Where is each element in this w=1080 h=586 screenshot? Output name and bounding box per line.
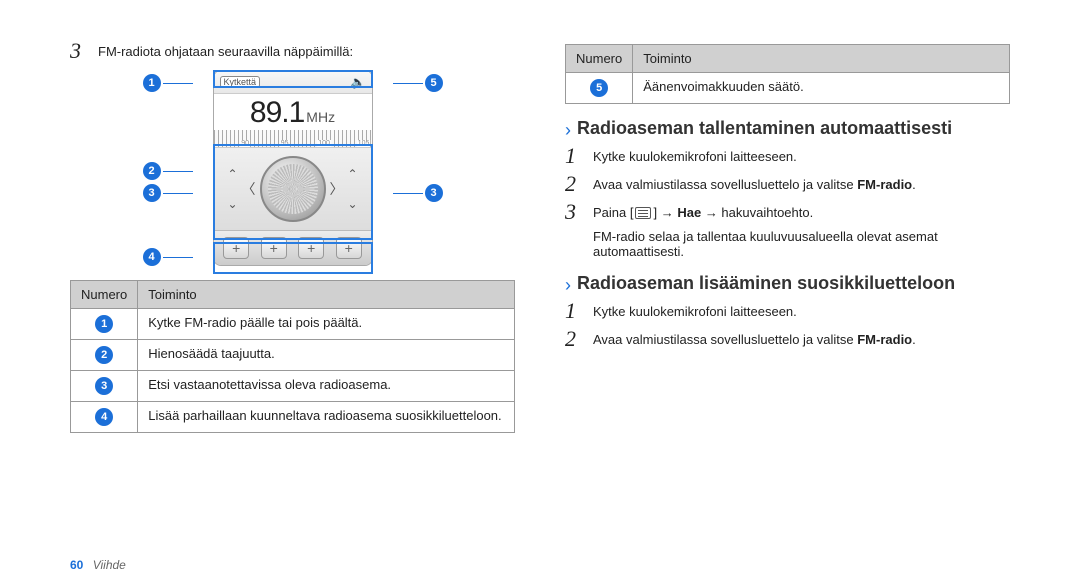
step-text: Kytke kuulokemikrofoni laitteeseen. <box>593 145 797 164</box>
power-toggle[interactable]: Kytkettä <box>220 76 261 88</box>
controls-table-right: Numero Toiminto 5 Äänenvoimakkuuden säät… <box>565 44 1010 104</box>
radio-device: Kytkettä 🔈 89.1MHz 90 95 100 105 ⌃ ⌄ 〈 〉 <box>213 70 373 266</box>
step-line: 3 Paina [] → Hae → hakuvaihtoehto. <box>565 201 1010 223</box>
chevron-icon: › <box>565 276 571 294</box>
table-row: 4 Lisää parhaillaan kuunneltava radioase… <box>71 402 515 433</box>
fine-tune-up-icon[interactable]: ⌃ <box>227 167 237 181</box>
frequency-ruler: 90 95 100 105 <box>214 130 372 148</box>
callout-1-icon: 1 <box>143 74 161 92</box>
row-function: Etsi vastaanotettavissa oleva radioasema… <box>138 371 515 402</box>
step-line: 2 Avaa valmiustilassa sovellusluettelo j… <box>565 328 1010 350</box>
row-badge-icon: 2 <box>95 346 113 364</box>
step-note: FM-radio selaa ja tallentaa kuuluvuusalu… <box>593 229 1010 259</box>
step-text: Paina [] → Hae → hakuvaihtoehto. <box>593 201 813 220</box>
step-3-intro: 3 FM-radiota ohjataan seuraavilla näppäi… <box>70 40 515 62</box>
row-badge-icon: 3 <box>95 377 113 395</box>
table-row: 2 Hienosäädä taajuutta. <box>71 340 515 371</box>
step-line: 1 Kytke kuulokemikrofoni laitteeseen. <box>565 300 1010 322</box>
step-number: 3 <box>70 40 94 62</box>
table-header-function: Toiminto <box>138 281 515 309</box>
step-text: Avaa valmiustilassa sovellusluettelo ja … <box>593 173 916 192</box>
favorites-row: + + + + <box>214 230 372 265</box>
favorite-slot[interactable]: + <box>298 237 324 259</box>
chevron-icon: › <box>565 121 571 139</box>
step-text: FM-radiota ohjataan seuraavilla näppäimi… <box>98 40 353 59</box>
row-function: Hienosäädä taajuutta. <box>138 340 515 371</box>
seek-next-icon[interactable]: 〉 <box>330 179 344 199</box>
table-header-function: Toiminto <box>633 45 1010 73</box>
section-name: Viihde <box>93 558 126 572</box>
controls-table-left: Numero Toiminto 1 Kytke FM-radio päälle … <box>70 280 515 433</box>
section-title: Radioaseman tallentaminen automaattisest… <box>577 118 952 139</box>
frequency-unit: MHz <box>306 109 335 125</box>
callout-5-icon: 5 <box>425 74 443 92</box>
row-badge-icon: 4 <box>95 408 113 426</box>
favorite-slot[interactable]: + <box>223 237 249 259</box>
section-title: Radioaseman lisääminen suosikkiluetteloo… <box>577 273 955 294</box>
step-text: Kytke kuulokemikrofoni laitteeseen. <box>593 300 797 319</box>
row-badge-icon: 1 <box>95 315 113 333</box>
step-line: 2 Avaa valmiustilassa sovellusluettelo j… <box>565 173 1010 195</box>
section-heading-auto-save: › Radioaseman tallentaminen automaattise… <box>565 118 1010 139</box>
step-line: 1 Kytke kuulokemikrofoni laitteeseen. <box>565 145 1010 167</box>
step-text: Avaa valmiustilassa sovellusluettelo ja … <box>593 328 916 347</box>
fine-tune-down2-icon[interactable]: ⌄ <box>348 197 358 211</box>
frequency-value: 89.1 <box>250 96 304 129</box>
menu-icon <box>635 207 651 219</box>
table-header-number: Numero <box>566 45 633 73</box>
fine-tune-down-icon[interactable]: ⌄ <box>227 197 237 211</box>
volume-icon[interactable]: 🔈 <box>351 75 366 89</box>
table-row: 1 Kytke FM-radio päälle tai pois päältä. <box>71 309 515 340</box>
frequency-display: 89.1MHz <box>214 94 372 130</box>
table-row: 5 Äänenvoimakkuuden säätö. <box>566 73 1010 104</box>
callout-4-icon: 4 <box>143 248 161 266</box>
callout-3b-icon: 3 <box>425 184 443 202</box>
favorite-slot[interactable]: + <box>261 237 287 259</box>
row-badge-icon: 5 <box>590 79 608 97</box>
page-footer: 60 Viihde <box>70 558 126 572</box>
table-header-number: Numero <box>71 281 138 309</box>
section-heading-add-favorite: › Radioaseman lisääminen suosikkiluettel… <box>565 273 1010 294</box>
row-function: Äänenvoimakkuuden säätö. <box>633 73 1010 104</box>
callout-2-icon: 2 <box>143 162 161 180</box>
row-function: Kytke FM-radio päälle tai pois päältä. <box>138 309 515 340</box>
favorite-slot[interactable]: + <box>336 237 362 259</box>
fm-radio-figure: 1 2 3 4 5 3 <box>143 70 443 266</box>
page-number: 60 <box>70 558 83 572</box>
tuning-dial[interactable] <box>260 156 326 222</box>
row-function: Lisää parhaillaan kuunneltava radioasema… <box>138 402 515 433</box>
fine-tune-up2-icon[interactable]: ⌃ <box>348 167 358 181</box>
callout-3-icon: 3 <box>143 184 161 202</box>
table-row: 3 Etsi vastaanotettavissa oleva radioase… <box>71 371 515 402</box>
seek-prev-icon[interactable]: 〈 <box>242 179 256 199</box>
